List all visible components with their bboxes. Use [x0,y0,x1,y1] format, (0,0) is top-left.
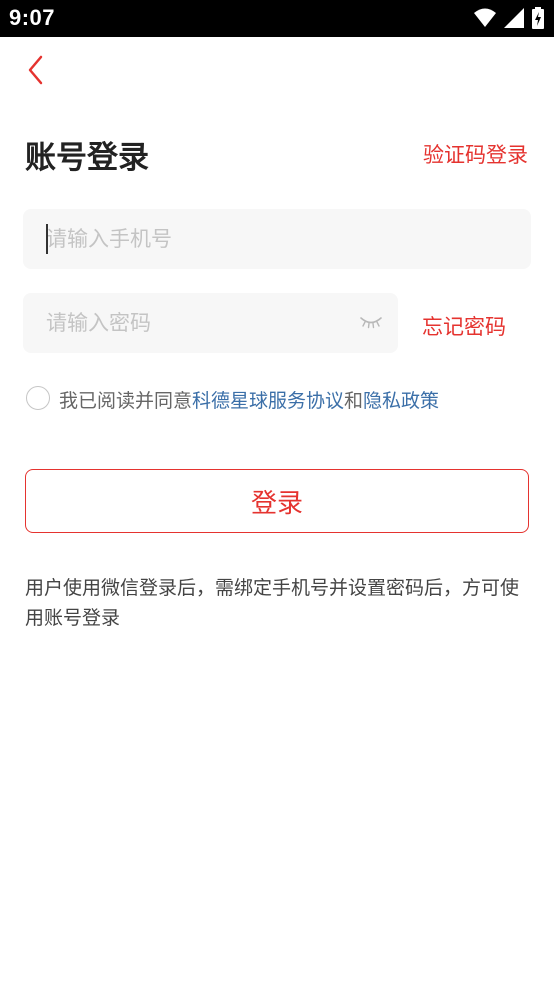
wechat-login-notice: 用户使用微信登录后，需绑定手机号并设置密码后，方可使用账号登录 [25,577,520,629]
phone-field-container [23,209,531,269]
chevron-left-icon [26,55,46,89]
agreement-text: 我已阅读并同意科德星球服务协议和隐私政策 [59,386,439,413]
status-icons [474,7,544,33]
forgot-password-link[interactable]: 忘记密码 [422,311,506,341]
password-input[interactable] [23,293,398,353]
back-button[interactable] [18,52,54,92]
agreement-checkbox[interactable] [26,386,50,410]
battery-icon [532,7,544,33]
phone-input[interactable] [23,209,531,269]
status-bar: 9:07 [0,0,554,37]
password-visibility-toggle[interactable] [358,311,384,335]
wifi-icon [474,8,496,32]
eye-closed-icon [359,314,383,333]
signal-icon [504,8,524,32]
password-field-container [23,293,398,353]
terms-link[interactable]: 科德星球服务协议 [192,390,344,412]
page-title: 账号登录 [25,140,149,176]
text-caret [46,224,48,254]
agreement-prefix: 我已阅读并同意 [59,390,193,412]
privacy-link[interactable]: 隐私政策 [363,390,439,412]
agreement-joiner: 和 [344,390,364,412]
sms-login-link[interactable]: 验证码登录 [423,139,528,169]
login-button[interactable]: 登录 [25,469,529,533]
status-time: 9:07 [9,5,56,30]
